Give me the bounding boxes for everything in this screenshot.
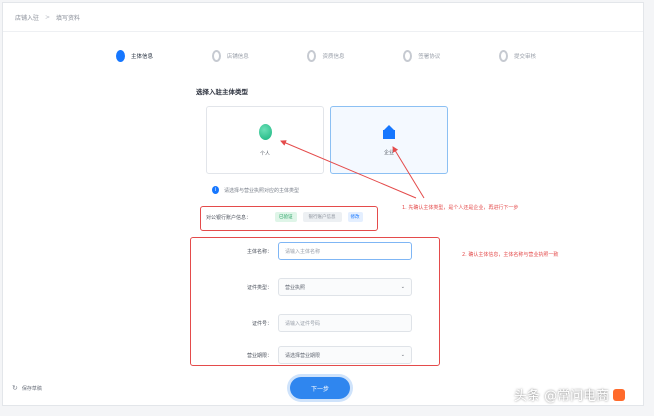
step-5: 提交审核 [498,50,536,62]
personal-card-label: 个人 [259,150,270,157]
info-icon: i [212,186,219,194]
entity-name-label: 主体名称： [246,248,272,255]
step-label: 提交审核 [513,54,536,60]
step-3: 资质信息 [307,50,344,62]
personal-type-card[interactable]: 个人 [206,106,324,174]
step-label: 资质信息 [322,54,345,60]
id-number-placeholder: 请输入证件号码 [285,320,321,327]
step-indicator-icon [498,50,508,62]
step-label: 签署协议 [418,54,441,60]
chevron-down-icon: ⌄ [400,284,405,290]
save-draft-link[interactable]: ↻ 保存草稿 [12,384,42,392]
validity-placeholder: 请选择营业期限 [285,352,321,359]
step-label: 店铺信息 [226,54,249,60]
refresh-icon: ↻ [12,384,18,392]
id-type-value: 营业执照 [285,284,306,291]
watermark: 头条 @常问电商 [514,385,626,404]
company-card-label: 企业 [383,149,394,156]
step-indicator-icon [403,50,413,62]
annotation-type: 1. 先确认主体类型，是个人还是企业，再进行下一步 [402,205,519,211]
step-4: 签署协议 [403,50,440,62]
validity-select[interactable]: 请选择营业期限 ⌄ [278,346,412,364]
step-indicator-icon [307,50,317,62]
id-number-label: 证件号： [251,320,272,327]
bank-info-tag: 银行账户信息 [302,212,342,222]
edit-bank-link[interactable]: 修改 [347,212,363,222]
company-type-card[interactable]: 企业 [330,106,448,174]
id-number-input[interactable]: 请输入证件号码 [278,314,412,332]
type-notice: i 请选择与营业执照对应的主体类型 [212,186,299,194]
step-label: 主体信息 [131,54,154,60]
bank-account-row: 对公银行账户信息： 已验证 银行账户信息 修改 [206,212,363,222]
entity-name-placeholder: 请输入主体名称 [285,248,321,255]
bank-account-label: 对公银行账户信息： [206,214,252,221]
annotation-form: 2. 确认主体信息，主体名称与营业执照一致 [462,252,559,258]
id-type-label: 证件类型： [246,284,272,291]
progress-stepper: 主体信息 店铺信息 资质信息 签署协议 提交审核 [116,46,536,66]
notice-text: 请选择与营业执照对应的主体类型 [224,187,300,194]
validity-label: 营业期限： [246,352,272,359]
entity-name-row: 主体名称： 请输入主体名称 [206,242,412,260]
step-indicator-icon [211,50,221,62]
id-type-row: 证件类型： 营业执照 ⌄ [206,278,412,296]
next-step-button[interactable]: 下一步 [290,377,350,399]
entity-name-input[interactable]: 请输入主体名称 [278,242,412,260]
chevron-down-icon: ⌄ [400,352,405,358]
building-icon [383,124,395,139]
watermark-logo-icon [613,388,626,401]
step-indicator-icon [116,50,125,62]
verified-tag: 已验证 [275,212,297,222]
save-draft-label: 保存草稿 [21,385,42,392]
person-icon [258,123,272,140]
id-type-select[interactable]: 营业执照 ⌄ [278,278,412,296]
breadcrumb-separator: > [45,14,51,21]
step-1: 主体信息 [116,50,153,62]
header-divider [3,31,643,32]
section-title: 选择入驻主体类型 [196,88,248,96]
watermark-text: 头条 @常问电商 [514,389,610,404]
breadcrumb: 店铺入驻 > 填写资料 [15,13,80,22]
breadcrumb-item-shop-entry[interactable]: 店铺入驻 [15,13,39,22]
breadcrumb-item-current: 填写资料 [56,15,81,22]
validity-row: 营业期限： 请选择营业期限 ⌄ [206,346,412,364]
step-2: 店铺信息 [211,50,249,62]
id-number-row: 证件号： 请输入证件号码 [206,314,412,332]
